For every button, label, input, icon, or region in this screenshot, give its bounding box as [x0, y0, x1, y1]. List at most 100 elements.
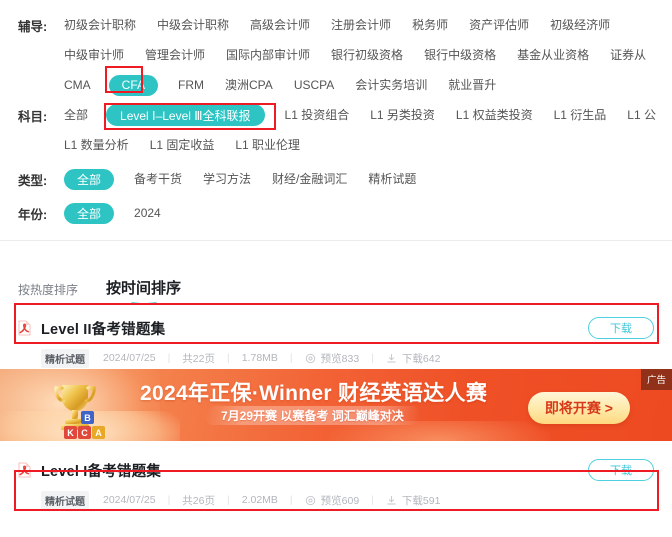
- filter-option-l1-fixed-income[interactable]: L1 固定收益: [150, 135, 215, 155]
- filter-option-l1-quant[interactable]: L1 数量分析: [64, 135, 129, 155]
- cube-a: A: [92, 426, 105, 439]
- filter-row-tutoring-3: CMA CFA FRM 澳洲CPA USCPA 会计实务培训 就业晋升: [0, 70, 672, 100]
- filter-option-cfa-selected[interactable]: CFA: [108, 74, 159, 96]
- filter-option-beikao-ganhuo[interactable]: 备考干货: [134, 169, 182, 189]
- result-size: 2.02MB: [241, 494, 278, 506]
- filter-label-tutoring: 辅导:: [18, 19, 48, 34]
- filter-option-zhongji-kuaiji[interactable]: 中级会计职称: [157, 15, 229, 35]
- result-title[interactable]: Level I备考错题集: [41, 460, 588, 481]
- filter-option-level-all-selected[interactable]: Level Ⅰ–Level Ⅲ全科联报: [106, 104, 265, 126]
- sort-active-underline: [130, 298, 157, 305]
- filter-option-guoji-neibu-shenji[interactable]: 国际内部审计师: [226, 45, 310, 65]
- filter-option-l1-derivatives[interactable]: L1 衍生品: [554, 105, 607, 125]
- meta-separator: |: [289, 352, 293, 364]
- filter-option-yinhang-chuji[interactable]: 银行初级资格: [331, 45, 403, 65]
- filter-option-kuaiji-shiwu[interactable]: 会计实务培训: [355, 75, 427, 95]
- cube-b: B: [81, 411, 94, 424]
- filter-option-l1-corporate[interactable]: L1 公: [627, 105, 656, 125]
- filter-option-guanli-kuaiji[interactable]: 管理会计师: [145, 45, 205, 65]
- filter-option-l1-ethics[interactable]: L1 职业伦理: [235, 135, 300, 155]
- result-item[interactable]: Level II备考错题集 下载 精析试题 2024/07/25 | 共22页 …: [0, 309, 672, 369]
- result-head: Level I备考错题集 下载: [18, 451, 654, 489]
- ad-cta-button[interactable]: 即将开赛 >: [527, 392, 630, 424]
- meta-separator: |: [167, 352, 171, 364]
- ad-title: 2024年正保·Winner 财经英语达人赛: [140, 382, 488, 405]
- cube-c: C: [78, 426, 91, 439]
- filter-option-zhuce-kuaiji[interactable]: 注册会计师: [331, 15, 391, 35]
- filter-row-year: 年份: 全部 2024: [0, 198, 672, 228]
- filter-panel: 辅导: 初级会计职称 中级会计职称 高级会计师 注册会计师 税务师 资产评估师 …: [0, 0, 672, 247]
- page-root: 辅导: 初级会计职称 中级会计职称 高级会计师 注册会计师 税务师 资产评估师 …: [0, 0, 672, 537]
- result-preview-count: 预览833: [320, 352, 360, 365]
- filter-option-cma[interactable]: CMA: [64, 75, 91, 95]
- filter-option-gaoji-kuaiji[interactable]: 高级会计师: [250, 15, 310, 35]
- meta-separator: |: [167, 494, 171, 506]
- pdf-icon: [18, 462, 31, 478]
- ad-flag-label: 广告: [640, 369, 672, 390]
- filter-option-uscpa[interactable]: USCPA: [294, 75, 334, 95]
- sort-option-time[interactable]: 按时间排序: [106, 277, 182, 305]
- filter-divider: [0, 240, 672, 241]
- filter-label-year: 年份:: [18, 207, 48, 222]
- filter-row-subject-1: 科目: 全部 Level Ⅰ–Level Ⅲ全科联报 L1 投资组合 L1 另类…: [0, 100, 672, 130]
- result-pages: 共26页: [182, 494, 215, 507]
- meta-separator: |: [371, 352, 374, 364]
- ad-banner[interactable]: K C B A 2024年正保·Winner 财经英语达人赛 7月29开赛 以赛…: [0, 369, 672, 441]
- sort-option-time-label: 按时间排序: [106, 280, 182, 297]
- ad-subtitle-wrap: 7月29开赛 以赛备考 词汇巅峰对决: [203, 406, 422, 425]
- cube-k: K: [64, 426, 77, 439]
- result-tag: 精析试题: [41, 348, 89, 368]
- letter-cubes-decoration: K C B A: [64, 411, 105, 439]
- filter-option-l1-portfolio[interactable]: L1 投资组合: [285, 105, 350, 125]
- filter-option-jiuye-jinsheng[interactable]: 就业晋升: [448, 75, 496, 95]
- filter-label-subject: 科目:: [18, 109, 48, 124]
- filter-option-chuji-kuaiji[interactable]: 初级会计职称: [64, 15, 136, 35]
- result-title[interactable]: Level II备考错题集: [41, 318, 588, 339]
- meta-separator: |: [226, 352, 230, 364]
- filter-option-shuiwushi[interactable]: 税务师: [412, 15, 448, 35]
- result-meta: 精析试题 2024/07/25 | 共26页 | 2.02MB | 预览609 …: [18, 489, 654, 511]
- download-button[interactable]: 下载: [588, 459, 654, 481]
- filter-option-frm[interactable]: FRM: [178, 75, 204, 95]
- filter-row-tutoring-2: 中级审计师 管理会计师 国际内部审计师 银行初级资格 银行中级资格 基金从业资格…: [0, 40, 672, 70]
- filter-option-xuexi-fangfa[interactable]: 学习方法: [203, 169, 251, 189]
- filter-option-yinhang-zhongji[interactable]: 银行中级资格: [424, 45, 496, 65]
- filter-option-chuji-jingji[interactable]: 初级经济师: [550, 15, 610, 35]
- filter-row-type: 类型: 全部 备考干货 学习方法 财经/金融词汇 精析试题: [0, 164, 672, 194]
- filter-option-type-all-selected[interactable]: 全部: [64, 168, 115, 190]
- filter-option-zhengquan-congye[interactable]: 证券从: [610, 45, 646, 65]
- filter-option-subject-all[interactable]: 全部: [64, 105, 88, 125]
- filter-option-l1-alternative[interactable]: L1 另类投资: [370, 105, 435, 125]
- filter-option-year-all-selected[interactable]: 全部: [64, 202, 115, 224]
- sort-bar: 按热度排序 按时间排序: [0, 247, 672, 305]
- sort-option-popularity[interactable]: 按热度排序: [18, 281, 78, 303]
- filter-row-tutoring-1: 辅导: 初级会计职称 中级会计职称 高级会计师 注册会计师 税务师 资产评估师 …: [0, 10, 672, 40]
- result-date: 2024/07/25: [103, 494, 156, 506]
- eye-icon: [305, 353, 316, 364]
- result-item[interactable]: Level I备考错题集 下载 精析试题 2024/07/25 | 共26页 |…: [0, 451, 672, 511]
- eye-icon: [305, 495, 316, 506]
- filter-option-year-2024[interactable]: 2024: [134, 203, 161, 223]
- filter-label-type: 类型:: [18, 173, 48, 188]
- result-date: 2024/07/25: [103, 352, 156, 364]
- result-preview-count: 预览609: [320, 494, 360, 507]
- result-size: 1.78MB: [241, 352, 278, 364]
- result-download-count: 下载642: [401, 352, 441, 365]
- filter-option-zichan-pinggu[interactable]: 资产评估师: [469, 15, 529, 35]
- result-head: Level II备考错题集 下载: [18, 309, 654, 347]
- ad-subtitle: 7月29开赛 以赛备考 词汇巅峰对决: [221, 409, 404, 423]
- result-pages: 共22页: [182, 352, 215, 365]
- filter-option-jijin-congye[interactable]: 基金从业资格: [517, 45, 589, 65]
- pdf-icon: [18, 320, 31, 336]
- sort-option-popularity-label: 按热度排序: [18, 283, 79, 297]
- filter-option-zhongji-shenji[interactable]: 中级审计师: [64, 45, 124, 65]
- filter-option-l1-equity[interactable]: L1 权益类投资: [456, 105, 533, 125]
- filter-option-jingxi-shiti[interactable]: 精析试题: [368, 169, 416, 189]
- filter-option-caijing-cihui[interactable]: 财经/金融词汇: [272, 169, 347, 189]
- filter-row-subject-2: L1 数量分析 L1 固定收益 L1 职业伦理: [0, 130, 672, 160]
- download-arrow-icon: [386, 353, 397, 364]
- filter-option-aozhou-cpa[interactable]: 澳洲CPA: [225, 75, 273, 95]
- result-meta: 精析试题 2024/07/25 | 共22页 | 1.78MB | 预览833 …: [18, 347, 654, 369]
- download-button[interactable]: 下载: [588, 317, 654, 339]
- download-arrow-icon: [386, 495, 397, 506]
